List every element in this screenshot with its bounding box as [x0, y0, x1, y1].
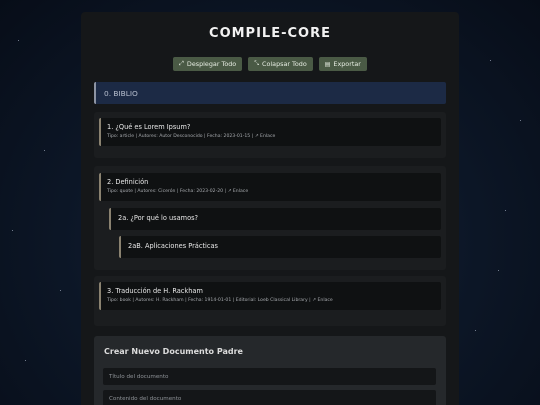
doc-meta-text: Tipo: article | Autores: Autor Desconoci… — [107, 134, 254, 139]
document-content-input[interactable]: Contenido del documento — [103, 390, 436, 405]
doc-section-3: 3. Traducción de H. Rackham Tipo: book |… — [94, 276, 446, 326]
collapse-all-label: Colapsar Todo — [262, 60, 307, 68]
doc-title: 2. Definición — [107, 178, 149, 186]
new-document-form: Crear Nuevo Documento Padre Título del d… — [94, 336, 446, 405]
document-content-placeholder: Contenido del documento — [109, 395, 182, 402]
doc-link[interactable]: ↗ Enlace — [312, 298, 333, 303]
biblio-header[interactable]: 0. BIBLIO — [94, 82, 446, 104]
expand-all-button[interactable]: ⤢ Desplegar Todo — [173, 57, 243, 71]
doc-section-2: 2. Definición Tipo: quote | Autores: Cic… — [94, 166, 446, 270]
expand-icon: ⤢ — [179, 60, 184, 67]
doc-card-2ab[interactable]: 2aB. Aplicaciones Prácticas — [119, 236, 441, 258]
doc-title: 2a. ¿Por qué lo usamos? — [118, 214, 199, 222]
new-document-heading: Crear Nuevo Documento Padre — [104, 347, 243, 356]
document-title-input[interactable]: Título del documento — [103, 368, 436, 385]
doc-meta: Tipo: quote | Autores: Cicerón | Fecha: … — [107, 189, 435, 194]
doc-title: 1. ¿Qué es Lorem Ipsum? — [107, 123, 191, 131]
doc-link-label: Enlace — [260, 134, 276, 139]
export-button[interactable]: ▤ Exportar — [318, 57, 367, 71]
doc-meta-text: Tipo: quote | Autores: Cicerón | Fecha: … — [107, 189, 227, 194]
doc-meta: Tipo: article | Autores: Autor Desconoci… — [107, 134, 435, 139]
doc-card-3[interactable]: 3. Traducción de H. Rackham Tipo: book |… — [99, 282, 441, 310]
external-link-icon: ↗ — [312, 298, 317, 303]
external-link-icon: ↗ — [227, 189, 232, 194]
doc-meta: Tipo: book | Autores: H. Rackham | Fecha… — [107, 298, 435, 303]
collapse-all-button[interactable]: ⤡ Colapsar Todo — [248, 57, 313, 71]
expand-all-label: Desplegar Todo — [186, 60, 237, 68]
doc-link[interactable]: ↗ Enlace — [228, 189, 249, 194]
doc-section-1: 1. ¿Qué es Lorem Ipsum? Tipo: article | … — [94, 112, 446, 158]
doc-link[interactable]: ↗ Enlace — [255, 134, 276, 139]
export-label: Exportar — [333, 60, 361, 68]
doc-card-2a[interactable]: 2a. ¿Por qué lo usamos? — [109, 208, 441, 230]
doc-card-2[interactable]: 2. Definición Tipo: quote | Autores: Cic… — [99, 173, 441, 201]
app-title: COMPILE-CORE — [209, 26, 331, 41]
collapse-icon: ⤡ — [254, 60, 260, 67]
toolbar: ⤢ Desplegar Todo ⤡ Colapsar Todo ▤ Expor… — [81, 57, 459, 71]
doc-title: 3. Traducción de H. Rackham — [107, 287, 203, 295]
export-icon: ▤ — [324, 60, 331, 68]
biblio-label: 0. BIBLIO — [104, 88, 138, 98]
doc-link-label: Enlace — [232, 189, 249, 194]
document-title-placeholder: Título del documento — [109, 373, 169, 380]
doc-link-label: Enlace — [317, 298, 333, 303]
doc-title: 2aB. Aplicaciones Prácticas — [128, 242, 218, 250]
doc-card-1[interactable]: 1. ¿Qué es Lorem Ipsum? Tipo: article | … — [99, 118, 441, 146]
external-link-icon: ↗ — [254, 134, 259, 139]
main-panel: COMPILE-CORE ⤢ Desplegar Todo ⤡ Colapsar… — [81, 12, 459, 405]
doc-meta-text: Tipo: book | Autores: H. Rackham | Fecha… — [107, 298, 311, 303]
